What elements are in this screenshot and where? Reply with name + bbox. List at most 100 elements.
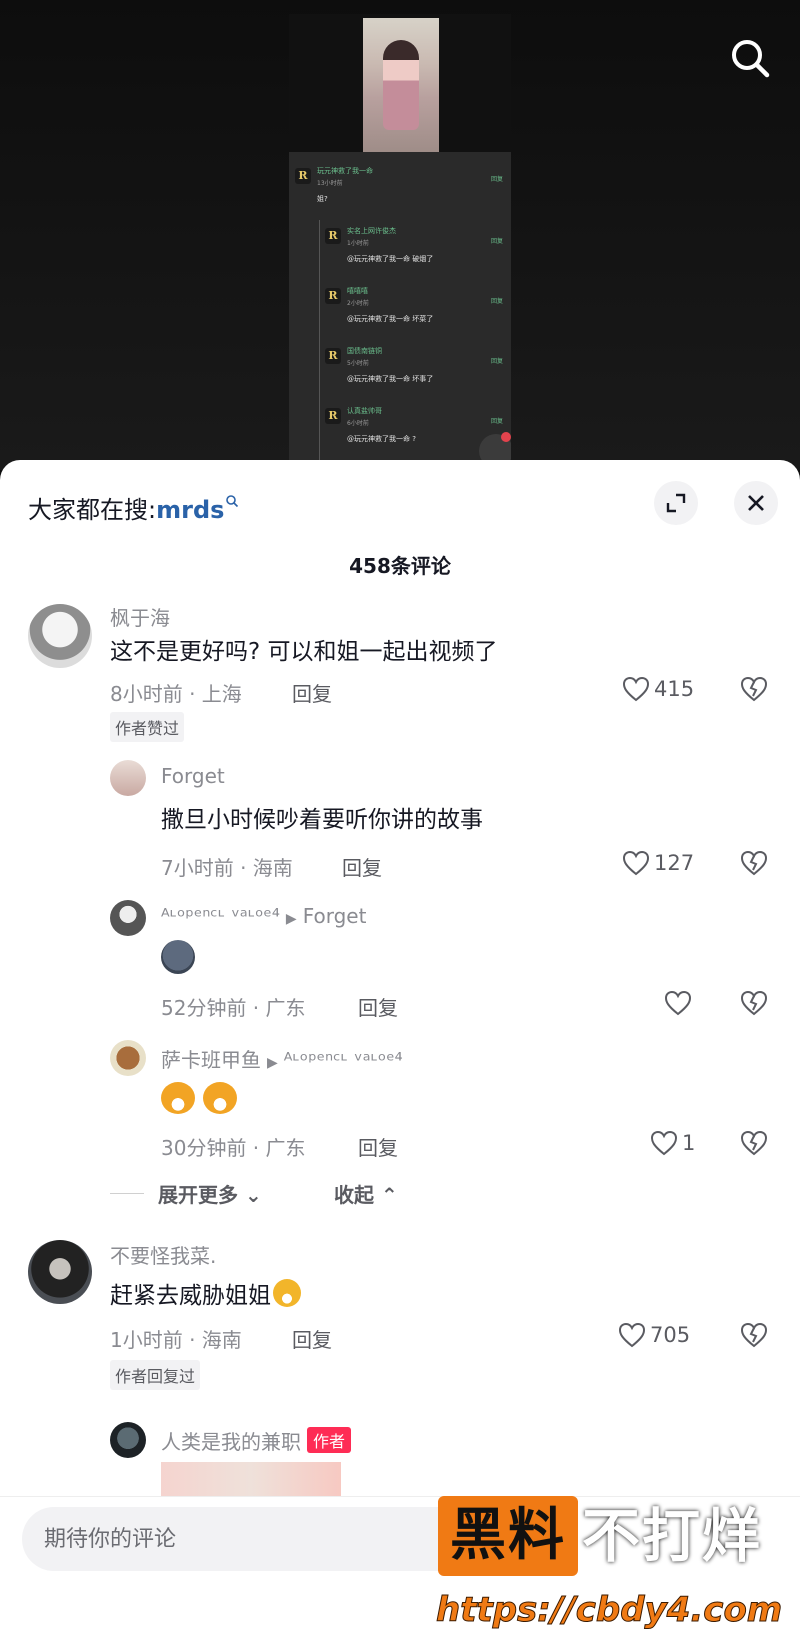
close-icon[interactable] bbox=[734, 481, 778, 525]
embedded-reply: 回复 bbox=[490, 298, 503, 305]
like-count: 415 bbox=[654, 677, 695, 701]
embedded-comment: R 嘻嘻嘻 2小时前 @玩元神救了我一命 坏菜了 回复 bbox=[289, 284, 511, 344]
embedded-username: 玩元神救了我一命 bbox=[317, 167, 373, 175]
comment-username[interactable]: Forget bbox=[161, 764, 225, 788]
hot-search-link[interactable]: 大家都在搜:mrds bbox=[28, 490, 239, 525]
dislike-icon[interactable] bbox=[740, 850, 768, 880]
dislike-icon[interactable] bbox=[740, 990, 768, 1020]
search-small-icon bbox=[226, 495, 239, 508]
video-area[interactable]: R 玩元神救了我一命 13小时前 姐? 回复 R 实名上网许俊杰 1小时前 @玩… bbox=[0, 0, 800, 470]
embedded-time: 6小时前 bbox=[347, 420, 369, 427]
hot-search-keyword[interactable]: mrds bbox=[156, 496, 224, 524]
like-button[interactable] bbox=[664, 990, 696, 1016]
emoji-sticker bbox=[161, 940, 195, 974]
heart-icon bbox=[622, 850, 650, 876]
reply-arrow-icon: ▶ bbox=[267, 1055, 278, 1071]
avatar[interactable] bbox=[28, 604, 92, 668]
embedded-username: 认真盐帅哥 bbox=[347, 407, 382, 415]
comment-text-line: 赶紧去威胁姐姐 bbox=[110, 1276, 301, 1310]
dislike-icon[interactable] bbox=[740, 1322, 768, 1352]
reply-button[interactable]: 回复 bbox=[358, 1132, 398, 1161]
comment-meta: 8小时前 · 上海 bbox=[110, 682, 242, 706]
watermark-logo: 黑料 不打烊 https://cbdy4.com bbox=[430, 1492, 800, 1644]
comment-meta: 52分钟前 · 广东 bbox=[161, 996, 306, 1020]
embedded-username: 国债南链铜 bbox=[347, 347, 382, 355]
thumbnail-photo bbox=[363, 18, 439, 152]
embedded-comment: R 玩元神救了我一命 13小时前 姐? 回复 bbox=[289, 164, 511, 224]
embedded-avatar: R bbox=[325, 348, 341, 364]
expand-more-label: 展开更多 bbox=[158, 1183, 238, 1207]
like-button[interactable]: 705 bbox=[618, 1322, 690, 1348]
collapse-button[interactable]: 收起 ⌃ bbox=[334, 1179, 398, 1208]
comment-username[interactable]: 人类是我的兼职 bbox=[161, 1430, 301, 1454]
reply-arrow-icon: ▶ bbox=[285, 911, 297, 927]
embedded-time: 5小时前 bbox=[347, 360, 369, 367]
embedded-time: 1小时前 bbox=[347, 240, 369, 247]
embedded-text: @玩元神救了我一命 ? bbox=[347, 435, 416, 443]
reply-button[interactable]: 回复 bbox=[358, 992, 398, 1021]
like-button[interactable]: 127 bbox=[622, 850, 694, 876]
embedded-screenshot: R 玩元神救了我一命 13小时前 姐? 回复 R 实名上网许俊杰 1小时前 @玩… bbox=[289, 14, 511, 470]
like-button[interactable]: 1 bbox=[650, 1130, 695, 1156]
avatar[interactable] bbox=[110, 760, 146, 796]
embedded-comment: R 认真盐帅哥 6小时前 @玩元神救了我一命 ? 回复 bbox=[289, 404, 511, 464]
comment-item: 不要怪我菜. 赶紧去威胁姐姐 1小时前 · 海南 回复 705 作者回复过 bbox=[0, 1240, 800, 1390]
emoji-sticker bbox=[161, 1082, 195, 1114]
like-count: 127 bbox=[654, 851, 695, 875]
expand-more-button[interactable]: 展开更多 ⌄ bbox=[158, 1179, 262, 1208]
reply-button[interactable]: 回复 bbox=[292, 1324, 332, 1353]
dislike-icon[interactable] bbox=[740, 1130, 768, 1160]
thread-controls: 展开更多 ⌄ 收起 ⌃ bbox=[110, 1179, 510, 1209]
reply-to-username[interactable]: ᴬᶫᵒᵖᵉⁿᶜᶫ ᵛᵃᶫᵒᵉ⁴ bbox=[284, 1048, 403, 1072]
embedded-text: 姐? bbox=[317, 195, 328, 203]
author-badge: 作者 bbox=[307, 1427, 352, 1453]
expand-icon[interactable] bbox=[654, 481, 698, 525]
like-button[interactable]: 415 bbox=[622, 676, 694, 702]
comment-username-line[interactable]: 人类是我的兼职 作者 bbox=[161, 1426, 352, 1455]
embedded-reply: 回复 bbox=[490, 418, 503, 425]
search-icon[interactable] bbox=[726, 34, 774, 82]
comment-text: 撒旦小时候吵着要听你讲的故事 bbox=[161, 807, 483, 833]
watermark-brand-a: 黑料 bbox=[438, 1496, 578, 1576]
chevron-up-icon: ⌃ bbox=[380, 1183, 398, 1207]
comment-username-line[interactable]: ᴬᶫᵒᵖᵉⁿᶜᶫ ᵛᵃᶫᵒᵉ⁴ ▶ Forget bbox=[161, 904, 366, 928]
reply-button[interactable]: 回复 bbox=[292, 678, 332, 707]
embedded-video-thumbnail bbox=[289, 14, 511, 152]
avatar[interactable] bbox=[110, 1422, 146, 1458]
comment-meta: 1小时前 · 海南 bbox=[110, 1328, 242, 1352]
embedded-avatar: R bbox=[325, 408, 341, 424]
hot-search-prefix: 大家都在搜: bbox=[28, 496, 157, 524]
heart-icon bbox=[650, 1130, 678, 1156]
dislike-icon[interactable] bbox=[740, 676, 768, 706]
embedded-text: @玩元神救了我一命 坏菜了 bbox=[347, 315, 434, 323]
comment-username[interactable]: 枫于海 bbox=[110, 602, 170, 631]
avatar[interactable] bbox=[110, 1040, 146, 1076]
embedded-text: @玩元神救了我一命 坏事了 bbox=[347, 375, 434, 383]
comment-username[interactable]: 萨卡班甲鱼 bbox=[161, 1048, 261, 1072]
avatar[interactable] bbox=[110, 900, 146, 936]
avatar[interactable] bbox=[28, 1240, 92, 1304]
author-liked-tag: 作者赞过 bbox=[110, 712, 185, 742]
comment-meta: 7小时前 · 海南 bbox=[161, 856, 293, 880]
comment-username-line[interactable]: 萨卡班甲鱼 ▶ ᴬᶫᵒᵖᵉⁿᶜᶫ ᵛᵃᶫᵒᵉ⁴ bbox=[161, 1044, 403, 1073]
app-screen: R 玩元神救了我一命 13小时前 姐? 回复 R 实名上网许俊杰 1小时前 @玩… bbox=[0, 0, 800, 1644]
comment-username[interactable]: 不要怪我菜. bbox=[110, 1240, 216, 1269]
like-count: 1 bbox=[682, 1131, 696, 1155]
comment-input[interactable] bbox=[22, 1507, 492, 1571]
comment-username[interactable]: ᴬᶫᵒᵖᵉⁿᶜᶫ ᵛᵃᶫᵒᵉ⁴ bbox=[161, 904, 280, 928]
heart-icon bbox=[618, 1322, 646, 1348]
like-count: 705 bbox=[650, 1323, 691, 1347]
reply-button[interactable]: 回复 bbox=[342, 852, 382, 881]
embedded-avatar: R bbox=[325, 288, 341, 304]
reply-item: 萨卡班甲鱼 ▶ ᴬᶫᵒᵖᵉⁿᶜᶫ ᵛᵃᶫᵒᵉ⁴ 30分钟前 · 广东 回复 1 bbox=[0, 1040, 800, 1160]
embedded-comment: R 实名上网许俊杰 1小时前 @玩元神救了我一命 破烟了 回复 bbox=[289, 224, 511, 284]
embedded-reply: 回复 bbox=[490, 176, 503, 183]
comment-meta: 30分钟前 · 广东 bbox=[161, 1136, 306, 1160]
embedded-time: 13小时前 bbox=[317, 180, 343, 187]
heart-icon bbox=[622, 676, 650, 702]
reply-to-username[interactable]: Forget bbox=[303, 904, 367, 928]
laugh-cry-emoji-icon bbox=[273, 1279, 301, 1307]
watermark-url: https://cbdy4.com bbox=[436, 1590, 783, 1631]
author-replied-tag: 作者回复过 bbox=[110, 1360, 201, 1390]
embedded-reply: 回复 bbox=[490, 358, 503, 365]
